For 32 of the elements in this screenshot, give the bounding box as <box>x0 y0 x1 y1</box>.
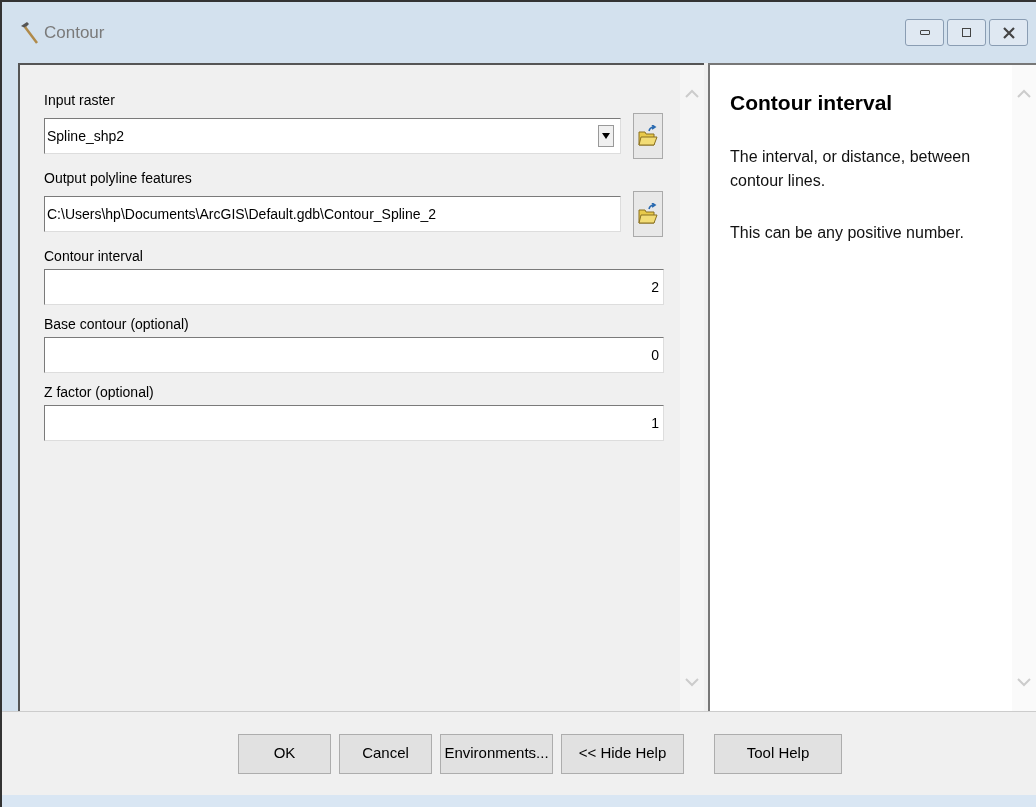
minimize-button[interactable] <box>905 19 944 46</box>
scroll-up-icon <box>1017 89 1031 98</box>
caret-icon <box>602 133 610 139</box>
input-field[interactable]: 1 <box>44 405 664 441</box>
close-icon <box>1002 26 1015 39</box>
field-label: Input raster <box>44 91 116 109</box>
scroll-up-icon <box>685 89 699 98</box>
maximize-button[interactable] <box>947 19 986 46</box>
field-label: Base contour (optional) <box>44 315 190 333</box>
scroll-down-icon <box>685 678 699 687</box>
close-button[interactable] <box>989 19 1028 46</box>
dialog-button[interactable]: Tool Help <box>714 733 842 774</box>
dialog-button[interactable]: Environments... <box>440 733 553 774</box>
browse-button[interactable] <box>633 191 663 237</box>
field-label: Output polyline features <box>44 169 193 187</box>
dropdown-field[interactable]: Spline_shp2 <box>44 118 621 154</box>
folder-icon <box>638 203 658 225</box>
window-title: Contour <box>44 21 105 44</box>
help-title: Contour interval <box>730 90 894 116</box>
dialog-button[interactable]: OK <box>238 733 331 774</box>
dialog-button[interactable]: Cancel <box>339 733 432 774</box>
input-field[interactable]: C:\Users\hp\Documents\ArcGIS\Default.gdb\Contour_Spline_2 <box>44 196 621 232</box>
input-field[interactable]: 2 <box>44 269 664 305</box>
folder-icon <box>638 125 658 147</box>
field-label: Contour interval <box>44 247 144 265</box>
scroll-down-icon <box>1017 678 1031 687</box>
help-text: This can be any positive number. <box>730 222 965 243</box>
input-field[interactable]: 0 <box>44 337 664 373</box>
help-text: The interval, or distance, between contour lines. <box>730 146 972 191</box>
field-label: Z factor (optional) <box>44 383 155 401</box>
browse-button[interactable] <box>633 113 663 159</box>
dialog-button[interactable]: << Hide Help <box>561 733 684 774</box>
